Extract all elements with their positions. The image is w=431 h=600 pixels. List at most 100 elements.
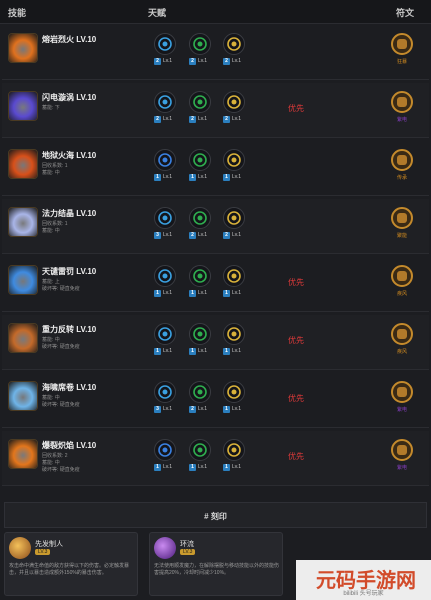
priority-label: 优先 — [288, 278, 304, 287]
talent-icon[interactable] — [223, 149, 245, 171]
talent-icon[interactable] — [154, 149, 176, 171]
talent-icon[interactable] — [189, 207, 211, 229]
talent-level: 1 Lv.1 — [223, 290, 241, 297]
talent-level: 2 Lv.1 — [223, 232, 241, 239]
skill-row[interactable]: 重力反转 LV.10 蓄能: 中破坏等: 硬直免疫 1 Lv.1 1 Lv.1 1 Lv.1 优… — [2, 315, 429, 370]
talent-icon[interactable] — [154, 439, 176, 461]
engrave-card-title: 环流 — [180, 541, 194, 548]
talent-icon[interactable] — [189, 439, 211, 461]
skill-row[interactable]: 法力结晶 LV.10 回收系数: 1 蓄能: 中 3 Lv.1 2 Lv.1 2 Lv.1 聚能 — [2, 199, 429, 254]
engrave-icon-2 — [154, 537, 176, 559]
talent-icon[interactable] — [154, 381, 176, 403]
talent-icon[interactable] — [154, 265, 176, 287]
talent-count: 1 — [189, 174, 196, 181]
talent-icon[interactable] — [223, 381, 245, 403]
talent-lv: Lv.1 — [198, 116, 208, 122]
talent-icon[interactable] — [189, 265, 211, 287]
table-header: 技能 天赋 符文 — [0, 0, 431, 24]
talent-count: 3 — [154, 406, 161, 413]
talent-level: 3 Lv.1 — [154, 406, 172, 413]
talent-count: 1 — [154, 174, 161, 181]
skill-name: 闪电漩涡 LV.10 — [42, 93, 97, 102]
engrave-title: # 刻印 — [204, 512, 227, 521]
talent-level: 2 Lv.1 — [223, 116, 241, 123]
talent-icon[interactable] — [189, 33, 211, 55]
talent-level: 2 Lv.1 — [154, 58, 172, 65]
talent-icon[interactable] — [223, 33, 245, 55]
talent-icon[interactable] — [189, 381, 211, 403]
talent-icon[interactable] — [154, 323, 176, 345]
skill-row[interactable]: 地狱火海 LV.10 回收系数: 1 蓄能: 中 1 Lv.1 1 Lv.1 1 Lv.1 传承 — [2, 141, 429, 196]
engrave-card-badge: LV.3 — [35, 549, 51, 555]
talent-level: 2 Lv.1 — [189, 58, 207, 65]
talent-icon[interactable] — [223, 439, 245, 461]
talent-level: 2 Lv.1 — [189, 116, 207, 123]
talent-icon[interactable] — [223, 207, 245, 229]
talent-count: 1 — [154, 348, 161, 355]
header-talent: 天赋 — [148, 8, 167, 18]
skill-row[interactable]: 闪电漩涡 LV.10 蓄能: 下 2 Lv.1 2 Lv.1 2 Lv.1 优先 紫电 — [2, 83, 429, 138]
talent-count: 1 — [154, 290, 161, 297]
skill-row[interactable]: 爆裂炽焰 LV.10 回收系数: 2 蓄能: 中破坏等: 硬直免疫 1 Lv.1 1 Lv.… — [2, 431, 429, 486]
skill-desc: 回收系数: 1 — [42, 221, 68, 227]
talent-lv: Lv.1 — [232, 116, 242, 122]
talent-icon[interactable] — [189, 91, 211, 113]
talent-icon[interactable] — [223, 323, 245, 345]
skill-desc: 回收系数: 2 — [42, 453, 68, 459]
rune-icon[interactable] — [391, 381, 413, 403]
rune-label: 紫电 — [396, 407, 407, 413]
talent-icon[interactable] — [223, 91, 245, 113]
talent-icon[interactable] — [189, 149, 211, 171]
talent-level: 2 Lv.1 — [189, 406, 207, 413]
talent-count: 2 — [223, 116, 230, 123]
rune-icon[interactable] — [391, 149, 413, 171]
talent-count: 2 — [189, 116, 196, 123]
skill-desc: 蓄能: 下 — [42, 105, 60, 111]
talent-icon[interactable] — [154, 91, 176, 113]
priority-label: 优先 — [288, 394, 304, 403]
rune-label: 聚能 — [396, 233, 407, 239]
rune-label: 传承 — [396, 175, 407, 181]
talent-icon[interactable] — [189, 323, 211, 345]
skill-icon — [8, 207, 38, 237]
engrave-card-2[interactable]: 环流 LV.3 无法使用顺发魔力，在解除摆脱与移动技能以外的技能伤害提高20%，… — [149, 532, 283, 596]
talent-lv: Lv.1 — [198, 406, 208, 412]
skill-icon — [8, 149, 38, 179]
skill-name: 熔岩烈火 LV.10 — [42, 35, 97, 44]
talent-icon[interactable] — [154, 33, 176, 55]
talent-level: 2 Lv.1 — [189, 232, 207, 239]
engrave-card-1[interactable]: 先发制人 LV.3 攻击命中满生命值的敌方获得以下的伤害。必定触发暴击，并且以暴… — [4, 532, 138, 596]
talent-lv: Lv.1 — [163, 232, 173, 238]
skill-icon — [8, 265, 38, 295]
talent-level: 1 Lv.1 — [223, 406, 241, 413]
rune-icon[interactable] — [391, 323, 413, 345]
talent-icon[interactable] — [154, 207, 176, 229]
talent-count: 2 — [189, 406, 196, 413]
skill-row[interactable]: 熔岩烈火 LV.10 2 Lv.1 2 Lv.1 2 Lv.1 狂暴 — [2, 25, 429, 80]
engrave-section: # 刻印 — [4, 502, 427, 528]
engrave-card-text: 攻击命中满生命值的敌方获得以下的伤害。必定触发暴击，并且以暴击造成额外150%的… — [9, 563, 130, 576]
talent-lv: Lv.1 — [232, 58, 242, 64]
talent-count: 1 — [189, 348, 196, 355]
talent-level: 1 Lv.1 — [223, 464, 241, 471]
rune-icon[interactable] — [391, 207, 413, 229]
talent-lv: Lv.1 — [232, 290, 242, 296]
rune-icon[interactable] — [391, 439, 413, 461]
talent-count: 2 — [223, 58, 230, 65]
skill-desc: 蓄能: 中 — [42, 460, 60, 466]
talent-count: 1 — [223, 464, 230, 471]
skill-row[interactable]: 天谴雷罚 LV.10 蓄能: 上破坏等: 硬直免疫 1 Lv.1 1 Lv.1 1 Lv.1 优… — [2, 257, 429, 312]
talent-level: 1 Lv.1 — [189, 290, 207, 297]
skill-row[interactable]: 海啸席卷 LV.10 蓄能: 中破坏等: 硬直免疫 3 Lv.1 2 Lv.1 1 Lv.1 优… — [2, 373, 429, 428]
skill-icon — [8, 33, 38, 63]
talent-count: 1 — [154, 464, 161, 471]
talent-level: 3 Lv.1 — [154, 232, 172, 239]
talent-lv: Lv.1 — [163, 174, 173, 180]
talent-level: 2 Lv.1 — [223, 58, 241, 65]
rune-icon[interactable] — [391, 265, 413, 287]
rune-icon[interactable] — [391, 91, 413, 113]
rune-icon[interactable] — [391, 33, 413, 55]
talent-count: 3 — [154, 232, 161, 239]
talent-count: 1 — [223, 348, 230, 355]
talent-icon[interactable] — [223, 265, 245, 287]
